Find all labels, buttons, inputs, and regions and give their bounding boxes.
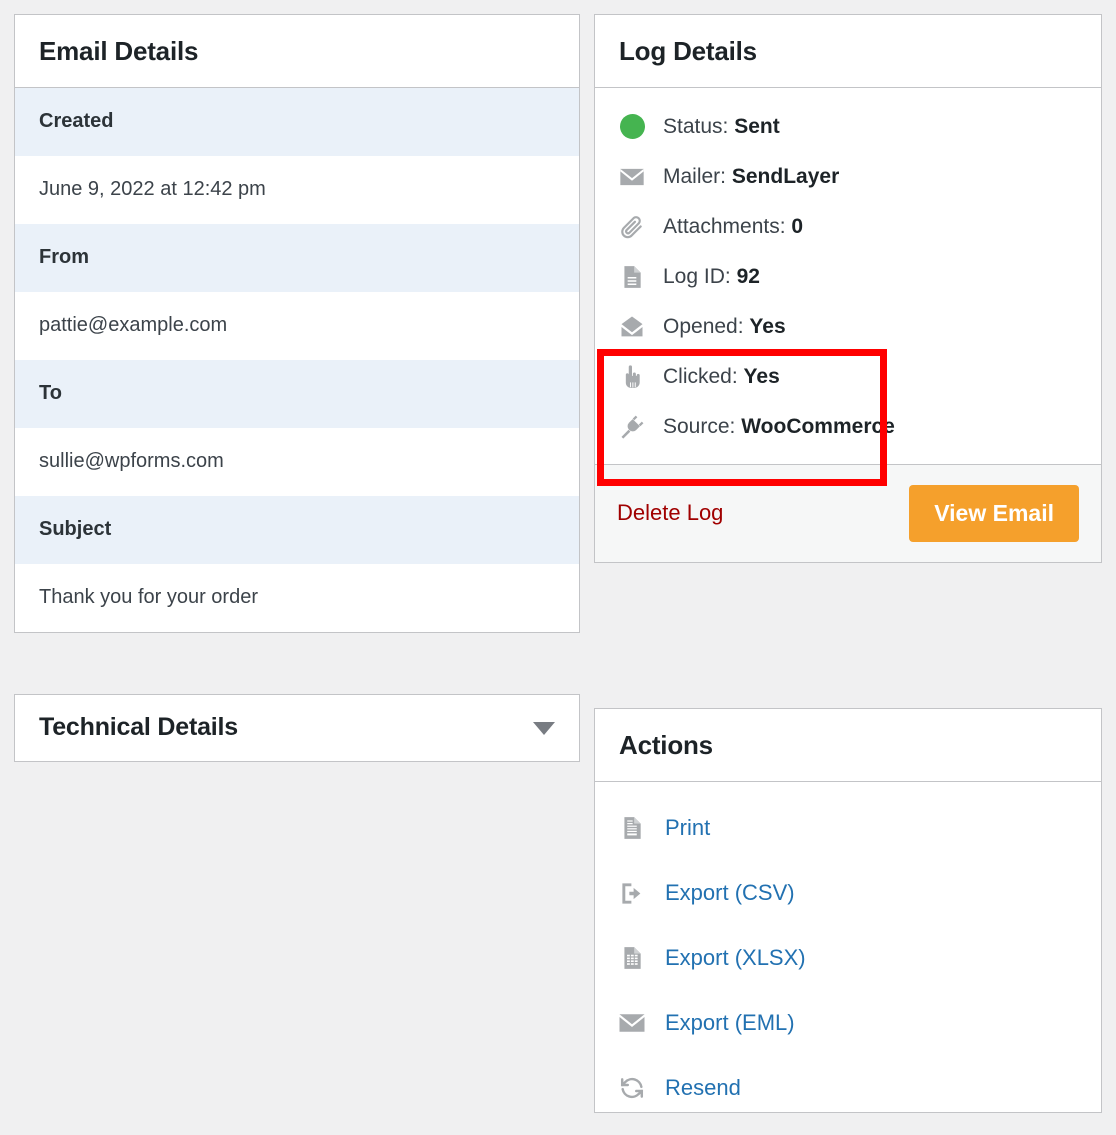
actions-list: Print Export (CSV) Export (XLSX) Export … (595, 782, 1101, 1135)
field-label-text: Subject (39, 518, 112, 541)
envelope-icon (617, 162, 647, 192)
field-value-text: pattie@example.com (39, 314, 228, 337)
log-row-value: 92 (736, 264, 760, 288)
log-row-value: WooCommerce (741, 414, 895, 438)
field-value-from: pattie@example.com (15, 291, 579, 360)
status-dot-icon (617, 112, 647, 142)
log-row-status: Status: Sent (595, 102, 1101, 152)
log-row-clicked: Clicked: Yes (595, 352, 1101, 402)
spreadsheet-icon (617, 943, 647, 973)
field-value-to: sullie@wpforms.com (15, 427, 579, 496)
log-row-label: Attachments: (663, 214, 786, 238)
action-item-export-csv[interactable]: Export (CSV) (595, 861, 1101, 926)
view-email-button[interactable]: View Email (909, 484, 1079, 542)
field-label-text: Created (39, 110, 114, 133)
log-details-rows: Status: Sent Mailer: SendLayer Attachmen… (595, 88, 1101, 464)
delete-log-button[interactable]: Delete Log (617, 500, 723, 526)
log-row-value: SendLayer (731, 164, 840, 188)
log-row-label: Status: (663, 114, 729, 138)
log-row-text: Mailer: SendLayer (663, 165, 839, 189)
plug-icon (617, 412, 647, 442)
log-row-text: Status: Sent (663, 115, 780, 139)
log-row-mailer: Mailer: SendLayer (595, 152, 1101, 202)
panel-title: Technical Details (39, 713, 238, 742)
log-details-panel: Log Details Status: Sent Mailer: SendLay… (594, 14, 1102, 563)
panel-title: Email Details (39, 36, 199, 66)
log-row-label: Mailer: (663, 164, 727, 188)
action-item-export-xlsx[interactable]: Export (XLSX) (595, 926, 1101, 991)
action-label[interactable]: Resend (665, 1075, 741, 1101)
action-label[interactable]: Print (665, 815, 710, 841)
action-label[interactable]: Export (EML) (665, 1010, 795, 1036)
log-details-header: Log Details (595, 15, 1101, 88)
chevron-down-icon[interactable] (533, 721, 555, 735)
field-value-text: Thank you for your order (39, 586, 258, 609)
log-row-value: Yes (749, 314, 786, 338)
log-row-text: Source: WooCommerce (663, 415, 895, 439)
technical-details-toggle[interactable]: Technical Details (15, 695, 579, 761)
email-log-detail-page: Email Details Created June 9, 2022 at 12… (0, 0, 1116, 1134)
actions-panel: Actions Print Export (CSV) Export (XLSX)… (594, 708, 1102, 1113)
email-details-header: Email Details (15, 15, 579, 88)
field-label-from: From (15, 223, 579, 292)
log-row-text: Opened: Yes (663, 315, 786, 339)
field-label-created: Created (15, 87, 579, 156)
panel-title: Log Details (619, 36, 757, 66)
field-label-text: From (39, 246, 89, 269)
field-value-text: June 9, 2022 at 12:42 pm (39, 178, 266, 201)
log-row-text: Clicked: Yes (663, 365, 780, 389)
log-details-footer: Delete Log View Email (595, 463, 1101, 562)
action-label[interactable]: Export (CSV) (665, 880, 795, 906)
technical-details-panel[interactable]: Technical Details (14, 694, 580, 762)
action-label[interactable]: Export (XLSX) (665, 945, 806, 971)
log-row-source: Source: WooCommerce (595, 402, 1101, 452)
field-label-to: To (15, 359, 579, 428)
action-item-print[interactable]: Print (595, 796, 1101, 861)
action-item-export-eml[interactable]: Export (EML) (595, 991, 1101, 1056)
pointing-hand-icon (617, 362, 647, 392)
field-value-text: sullie@wpforms.com (39, 450, 224, 473)
print-document-icon (617, 813, 647, 843)
log-row-text: Log ID: 92 (663, 265, 760, 289)
field-value-subject: Thank you for your order (15, 563, 579, 632)
log-row-label: Opened: (663, 314, 744, 338)
log-row-value: 0 (791, 214, 804, 238)
log-row-label: Source: (663, 414, 736, 438)
log-row-label: Log ID: (663, 264, 731, 288)
envelope-icon (617, 1008, 647, 1038)
field-value-created: June 9, 2022 at 12:42 pm (15, 155, 579, 224)
document-icon (617, 262, 647, 292)
log-row-opened: Opened: Yes (595, 302, 1101, 352)
paperclip-icon (617, 212, 647, 242)
log-row-value: Sent (734, 114, 780, 138)
log-row-value: Yes (743, 364, 780, 388)
panel-title: Actions (619, 730, 713, 760)
log-row-attachments: Attachments: 0 (595, 202, 1101, 252)
action-item-resend[interactable]: Resend (595, 1056, 1101, 1121)
field-label-text: To (39, 382, 62, 405)
log-row-label: Clicked: (663, 364, 738, 388)
export-arrow-icon (617, 878, 647, 908)
email-details-panel: Email Details Created June 9, 2022 at 12… (14, 14, 580, 633)
log-row-log-id: Log ID: 92 (595, 252, 1101, 302)
actions-header: Actions (595, 709, 1101, 782)
envelope-open-icon (617, 312, 647, 342)
log-row-text: Attachments: 0 (663, 215, 803, 239)
resend-sync-icon (617, 1073, 647, 1103)
field-label-subject: Subject (15, 495, 579, 564)
